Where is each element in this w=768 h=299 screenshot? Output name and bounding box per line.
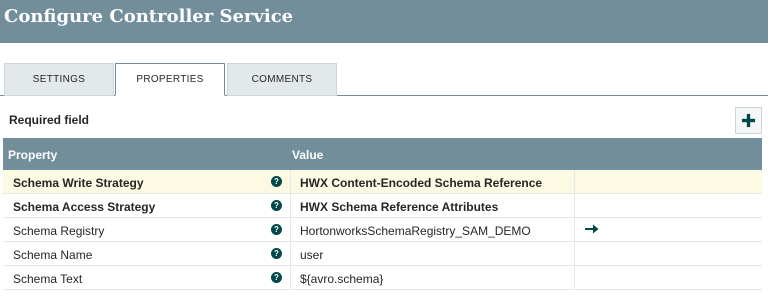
property-action-cell (574, 266, 762, 290)
help-icon[interactable]: ? (271, 272, 282, 283)
property-value: user (300, 248, 324, 262)
dialog-title: Configure Controller Service (4, 6, 294, 27)
column-header-property: Property (8, 148, 58, 162)
property-name: Schema Name (13, 248, 93, 262)
tab-bar: SETTINGS PROPERTIES COMMENTS (0, 63, 768, 96)
table-row[interactable]: Schema Text ? ${avro.schema} (3, 266, 762, 290)
property-value-cell[interactable]: HWX Schema Reference Attributes (290, 194, 574, 218)
property-cell: Schema Write Strategy ? (3, 170, 290, 194)
property-action-cell (574, 218, 762, 242)
arrow-right-icon[interactable] (585, 223, 599, 235)
help-icon[interactable]: ? (271, 224, 282, 235)
property-value-cell[interactable]: HortonworksSchemaRegistry_SAM_DEMO (290, 218, 574, 242)
property-cell: Schema Name ? (3, 242, 290, 266)
properties-table: Property Value Schema Write Strategy ? H… (3, 138, 762, 290)
property-value-cell[interactable]: ${avro.schema} (290, 266, 574, 290)
tab-comments[interactable]: COMMENTS (227, 63, 337, 96)
tab-properties[interactable]: PROPERTIES (115, 63, 225, 96)
dialog-header: Configure Controller Service (0, 0, 768, 43)
property-cell: Schema Access Strategy ? (3, 194, 290, 218)
help-icon[interactable]: ? (271, 200, 282, 211)
table-row[interactable]: Schema Registry ? HortonworksSchemaRegis… (3, 218, 762, 242)
property-value: HWX Schema Reference Attributes (300, 200, 499, 214)
tab-settings[interactable]: SETTINGS (4, 63, 114, 96)
property-name: Schema Write Strategy (13, 176, 144, 190)
property-value: HortonworksSchemaRegistry_SAM_DEMO (300, 224, 531, 238)
table-row[interactable]: Schema Write Strategy ? HWX Content-Enco… (3, 170, 762, 194)
property-action-cell (574, 242, 762, 266)
property-cell: Schema Registry ? (3, 218, 290, 242)
table-row[interactable]: Schema Access Strategy ? HWX Schema Refe… (3, 194, 762, 218)
property-name: Schema Text (13, 272, 83, 286)
table-row[interactable]: Schema Name ? user (3, 242, 762, 266)
required-field-label: Required field (9, 113, 90, 127)
property-action-cell (574, 170, 762, 194)
column-header-value: Value (292, 148, 324, 162)
property-cell: Schema Text ? (3, 266, 290, 290)
plus-icon (741, 113, 756, 128)
property-value: HWX Content-Encoded Schema Reference (300, 176, 543, 190)
property-value: ${avro.schema} (300, 272, 384, 286)
property-value-cell[interactable]: HWX Content-Encoded Schema Reference (290, 170, 574, 194)
help-icon[interactable]: ? (271, 176, 282, 187)
help-icon[interactable]: ? (271, 248, 282, 259)
add-property-button[interactable] (735, 107, 762, 134)
property-action-cell (574, 194, 762, 218)
property-name: Schema Registry (13, 224, 105, 238)
property-value-cell[interactable]: user (290, 242, 574, 266)
table-header: Property Value (3, 138, 762, 170)
property-name: Schema Access Strategy (13, 200, 156, 214)
